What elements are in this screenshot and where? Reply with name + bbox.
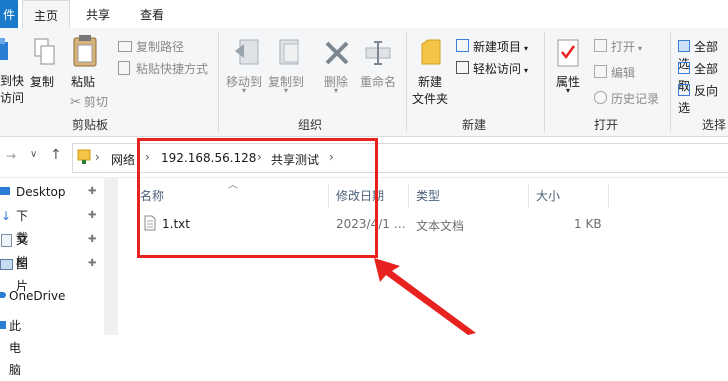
edit-label: 编辑 <box>611 66 636 80</box>
network-icon <box>77 149 91 164</box>
chevron-down-icon: ▾ <box>524 44 529 53</box>
new-item-button[interactable]: 新建项目 ▾ <box>456 38 528 55</box>
select-none-icon <box>678 62 690 74</box>
move-to-icon <box>235 39 259 65</box>
paste-icon <box>73 35 97 67</box>
chevron-down-icon: ▾ <box>334 86 339 95</box>
invert-selection-button[interactable]: 反向选 <box>678 82 728 116</box>
group-divider <box>218 32 219 132</box>
copy-path-button[interactable]: 复制路径 <box>118 38 184 55</box>
annotation-arrow-icon <box>374 258 476 335</box>
history-button[interactable]: 历史记录 <box>594 90 659 107</box>
tab-file[interactable]: 件 <box>0 0 18 28</box>
tab-home[interactable]: 主页 <box>22 0 70 30</box>
download-arrow-icon: ↓ <box>1 209 12 223</box>
cut-button[interactable]: ✂ 剪切 <box>70 93 108 110</box>
pin-quick-line1: 到快 <box>0 74 25 88</box>
chevron-down-icon: ▾ <box>638 44 643 53</box>
easy-access-icon <box>456 61 469 74</box>
select-all-icon <box>678 40 690 52</box>
edit-icon <box>594 65 607 78</box>
chevron-down-icon: ▾ <box>566 86 571 95</box>
history-icon <box>594 91 607 104</box>
rename-icon <box>365 41 391 65</box>
column-type[interactable]: 类型 <box>416 187 440 204</box>
paste-shortcut-button[interactable]: 粘贴快捷方式 <box>118 60 208 77</box>
computer-icon <box>0 321 6 329</box>
sidebar-item-label: Desktop <box>16 185 66 199</box>
pin-quick-line2: 访问 <box>0 91 25 105</box>
paste-shortcut-icon <box>118 61 130 75</box>
column-size[interactable]: 大小 <box>536 187 560 204</box>
column-divider[interactable] <box>408 184 409 208</box>
desktop-icon <box>0 187 10 195</box>
invert-selection-icon <box>678 84 690 96</box>
scissors-icon: ✂ <box>70 95 81 110</box>
copy-icon <box>34 38 55 65</box>
column-divider[interactable] <box>528 184 529 208</box>
pictures-icon <box>0 259 13 270</box>
chevron-down-icon: ▾ <box>284 86 289 95</box>
easy-access-button[interactable]: 轻松访问 ▾ <box>456 60 528 77</box>
breadcrumb-separator-icon: › <box>95 150 100 164</box>
select-group-label: 选择 <box>701 118 726 132</box>
up-arrow-icon[interactable]: ↑ <box>50 147 62 163</box>
rename-label: 重命名 <box>360 75 397 89</box>
paste-label: 粘贴 <box>71 75 96 89</box>
cloud-icon <box>0 292 6 298</box>
easy-access-label: 轻松访问 <box>473 62 522 76</box>
documents-icon <box>1 234 12 247</box>
open-label: 打开 <box>611 40 636 54</box>
edit-button[interactable]: 编辑 <box>594 64 635 81</box>
copy-to-icon <box>279 39 299 65</box>
ribbon: 到快 访问 复制 粘贴 复制路径 粘贴快捷方式 ✂ 剪切 剪贴板 移动到 ▾ 复制… <box>0 28 728 137</box>
highlight-rectangle <box>137 138 378 258</box>
column-divider[interactable] <box>608 184 609 208</box>
open-icon <box>594 39 607 52</box>
pin-icon: ✚ <box>88 186 97 197</box>
new-item-label: 新建项目 <box>473 40 522 54</box>
open-button[interactable]: 打开 ▾ <box>594 38 642 55</box>
group-divider <box>406 32 407 132</box>
navigation-pane-scrollbar[interactable] <box>104 178 118 335</box>
group-divider <box>670 32 671 132</box>
chevron-down-icon: ▾ <box>242 86 247 95</box>
file-type: 文本文档 <box>416 219 465 233</box>
clipboard-group-label: 剪贴板 <box>71 118 108 132</box>
new-folder-line1: 新建 <box>418 75 443 89</box>
sidebar-item-label: 此电脑 <box>9 319 22 377</box>
new-item-icon <box>456 39 469 52</box>
cut-label: 剪切 <box>83 95 108 109</box>
forward-arrow-icon[interactable]: → <box>6 149 16 163</box>
ribbon-tab-bar: 件 主页 共享 查看 <box>0 0 728 30</box>
history-label: 历史记录 <box>611 92 660 106</box>
new-folder-line2: 文件夹 <box>412 92 449 106</box>
organize-group-label: 组织 <box>297 118 322 132</box>
copy-path-label: 复制路径 <box>136 40 185 54</box>
breadcrumb-network[interactable]: 网络 <box>111 151 135 168</box>
copy-label: 复制 <box>30 75 55 89</box>
pin-icon: ✚ <box>88 234 97 245</box>
navigation-pane: Desktop ✚ ↓ 下载 ✚ 文档 ✚ 图片 ✚ OneDrive 此电脑 <box>0 178 120 377</box>
tab-share[interactable]: 共享 <box>78 0 118 28</box>
sidebar-item-label: OneDrive <box>9 289 66 303</box>
file-size: 1 KB <box>574 217 602 231</box>
tab-view[interactable]: 查看 <box>128 0 176 28</box>
pin-icon: ✚ <box>88 210 97 221</box>
pin-icon: ✚ <box>88 258 97 269</box>
copy-path-icon <box>118 41 132 52</box>
recent-locations-chevron-icon[interactable]: ∨ <box>30 149 37 160</box>
group-divider <box>544 32 545 132</box>
paste-shortcut-label: 粘贴快捷方式 <box>136 62 209 76</box>
new-group-label: 新建 <box>461 118 486 132</box>
open-group-label: 打开 <box>593 118 618 132</box>
pin-icon <box>0 38 8 60</box>
new-folder-icon <box>421 39 441 65</box>
delete-icon <box>325 41 349 65</box>
properties-icon <box>557 39 579 67</box>
chevron-down-icon: ▾ <box>524 66 529 75</box>
